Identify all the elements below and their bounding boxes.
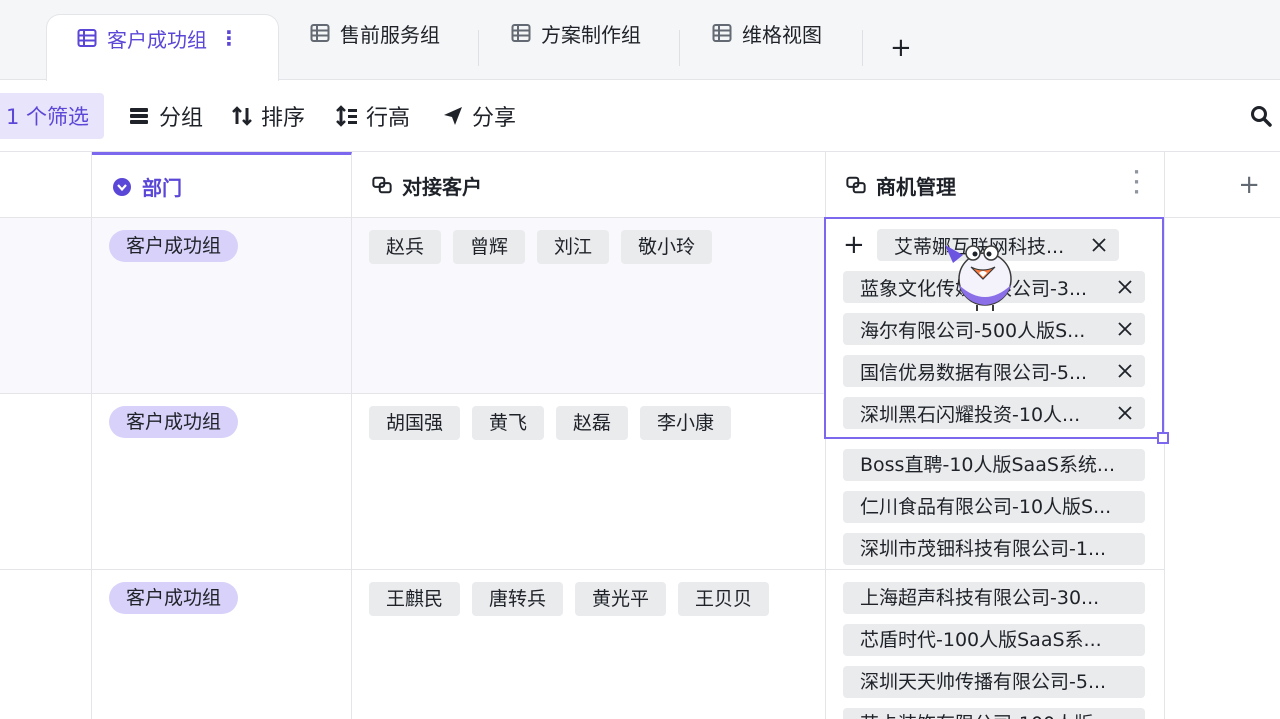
row-number-header bbox=[0, 152, 92, 218]
column-title: 部门 bbox=[142, 176, 182, 200]
share-button[interactable]: 分享 bbox=[442, 93, 516, 139]
grid-view-icon bbox=[712, 23, 732, 43]
opportunity-chip[interactable]: 深圳市茂钿科技有限公司-1... bbox=[843, 533, 1145, 565]
row-number-cell[interactable] bbox=[0, 218, 92, 393]
customers-cell[interactable]: 赵兵 曾辉 刘江 敬小玲 bbox=[352, 218, 826, 393]
close-icon[interactable] bbox=[1117, 363, 1133, 379]
grid-view-icon bbox=[511, 23, 531, 43]
customers-cell[interactable]: 胡国强 黄飞 赵磊 李小康 bbox=[352, 394, 826, 569]
view-tab-bar: ⁚ 客户成功组 ⋮ 售前服务组 方案制作组 维格视图 + bbox=[0, 0, 1280, 81]
group-button[interactable]: 分组 bbox=[129, 93, 203, 139]
close-icon[interactable] bbox=[1117, 405, 1133, 421]
tab-view-0[interactable]: 客户成功组 ⋮ bbox=[46, 14, 279, 81]
tab-view-2[interactable]: 方案制作组 bbox=[511, 14, 641, 80]
customer-chip[interactable]: 王贝贝 bbox=[678, 582, 770, 616]
opportunity-chip[interactable]: 深圳天天帅传播有限公司-5... bbox=[843, 666, 1145, 698]
opportunity-chip[interactable]: 芯盾时代-100人版SaaS系... bbox=[843, 624, 1145, 656]
dept-cell[interactable]: 客户成功组 bbox=[92, 570, 352, 719]
grid-header: 部门 对接客户 商机管理 · · · + bbox=[0, 152, 1280, 218]
opportunity-chip[interactable]: 上海超声科技有限公司-30... bbox=[843, 582, 1145, 614]
customer-chip[interactable]: 赵磊 bbox=[556, 406, 629, 440]
opportunities-cell[interactable]: 上海超声科技有限公司-30... 芯盾时代-100人版SaaS系... 深圳天天… bbox=[826, 570, 1165, 719]
tab-label: 客户成功组 bbox=[107, 27, 207, 52]
customer-chip[interactable]: 刘江 bbox=[537, 230, 610, 264]
tab-divider bbox=[679, 30, 680, 66]
tab-view-1[interactable]: 售前服务组 bbox=[310, 14, 440, 80]
tab-scroll-left-icon[interactable]: ⁚ bbox=[0, 34, 8, 55]
opportunity-chip[interactable]: 仁川食品有限公司-10人版S... bbox=[843, 491, 1145, 523]
grid-view-icon bbox=[310, 23, 330, 43]
close-icon[interactable] bbox=[1117, 279, 1133, 295]
dept-tag: 客户成功组 bbox=[109, 230, 239, 262]
customers-cell[interactable]: 王麒民 唐转兵 黄光平 王贝贝 bbox=[352, 570, 826, 719]
customer-chip[interactable]: 敬小玲 bbox=[621, 230, 713, 264]
group-label: 分组 bbox=[159, 106, 204, 131]
search-icon[interactable] bbox=[1250, 105, 1272, 127]
column-title: 商机管理 bbox=[876, 174, 956, 199]
chip-label: 深圳黑石闪耀投资-10人... bbox=[860, 403, 1081, 426]
link-record-icon bbox=[372, 175, 392, 195]
opportunity-chip[interactable]: Boss直聘-10人版SaaS系统... bbox=[843, 449, 1145, 481]
add-link-button[interactable]: + bbox=[843, 232, 865, 258]
column-header-opportunities[interactable]: 商机管理 · · · bbox=[826, 152, 1165, 218]
tab-divider bbox=[478, 30, 479, 66]
sort-icon bbox=[231, 105, 253, 127]
column-more-icon[interactable]: · · · bbox=[1133, 164, 1140, 202]
customer-chip[interactable]: 黄光平 bbox=[575, 582, 667, 616]
dept-cell[interactable]: 客户成功组 bbox=[92, 218, 352, 393]
tab-label: 维格视图 bbox=[742, 22, 822, 47]
filter-button[interactable]: 1 个筛选 bbox=[0, 93, 104, 139]
row-number-cell[interactable] bbox=[0, 570, 92, 719]
close-icon[interactable] bbox=[1091, 237, 1107, 253]
customer-chip[interactable]: 胡国强 bbox=[369, 406, 461, 440]
linked-record-chip[interactable]: 海尔有限公司-500人版S... bbox=[843, 313, 1145, 345]
chip-label: 国信优易数据有限公司-5... bbox=[860, 361, 1088, 384]
customer-chip[interactable]: 李小康 bbox=[640, 406, 732, 440]
opportunity-chip[interactable]: 艾卡装饰有限公司-100人版... bbox=[843, 708, 1145, 719]
customer-chip[interactable]: 唐转兵 bbox=[472, 582, 564, 616]
customer-chip[interactable]: 黄飞 bbox=[472, 406, 545, 440]
grid-view-icon bbox=[77, 28, 97, 48]
linked-record-chip[interactable]: 深圳黑石闪耀投资-10人... bbox=[843, 397, 1145, 429]
dept-tag: 客户成功组 bbox=[109, 406, 239, 438]
tab-more-icon[interactable]: ⋮ bbox=[219, 26, 239, 50]
row-height-label: 行高 bbox=[366, 106, 411, 131]
fill-handle[interactable] bbox=[1157, 432, 1169, 444]
tab-label: 方案制作组 bbox=[541, 22, 641, 47]
filter-label: 1 个筛选 bbox=[6, 105, 90, 129]
single-select-icon bbox=[112, 177, 132, 197]
row-height-icon bbox=[336, 105, 358, 127]
tab-divider bbox=[862, 30, 863, 66]
tab-label: 售前服务组 bbox=[340, 22, 440, 47]
row-number-cell[interactable] bbox=[0, 394, 92, 569]
add-view-button[interactable]: + bbox=[890, 34, 912, 62]
sort-button[interactable]: 排序 bbox=[231, 93, 305, 139]
column-header-customers[interactable]: 对接客户 bbox=[352, 152, 826, 218]
mascot-character-icon bbox=[935, 233, 1019, 313]
dept-cell[interactable]: 客户成功组 bbox=[92, 394, 352, 569]
share-icon bbox=[442, 105, 464, 127]
sort-label: 排序 bbox=[261, 106, 306, 131]
chip-label: 海尔有限公司-500人版S... bbox=[860, 319, 1086, 342]
column-title: 对接客户 bbox=[402, 174, 482, 199]
group-icon bbox=[129, 105, 151, 127]
customer-chip[interactable]: 赵兵 bbox=[369, 230, 442, 264]
customer-chip[interactable]: 曾辉 bbox=[453, 230, 526, 264]
column-header-dept[interactable]: 部门 bbox=[92, 152, 352, 218]
close-icon[interactable] bbox=[1117, 321, 1133, 337]
view-toolbar: 1 个筛选 分组 排序 行高 分享 bbox=[0, 81, 1280, 152]
link-record-icon bbox=[846, 175, 866, 195]
share-label: 分享 bbox=[472, 106, 517, 131]
linked-record-chip[interactable]: 国信优易数据有限公司-5... bbox=[843, 355, 1145, 387]
add-column-button[interactable]: + bbox=[1165, 152, 1280, 218]
row-height-button[interactable]: 行高 bbox=[336, 93, 410, 139]
dept-tag: 客户成功组 bbox=[109, 582, 239, 614]
tab-view-3[interactable]: 维格视图 bbox=[712, 14, 822, 80]
table-row[interactable]: 客户成功组 王麒民 唐转兵 黄光平 王贝贝 上海超声科技有限公司-30... 芯… bbox=[0, 570, 1165, 719]
customer-chip[interactable]: 王麒民 bbox=[369, 582, 461, 616]
